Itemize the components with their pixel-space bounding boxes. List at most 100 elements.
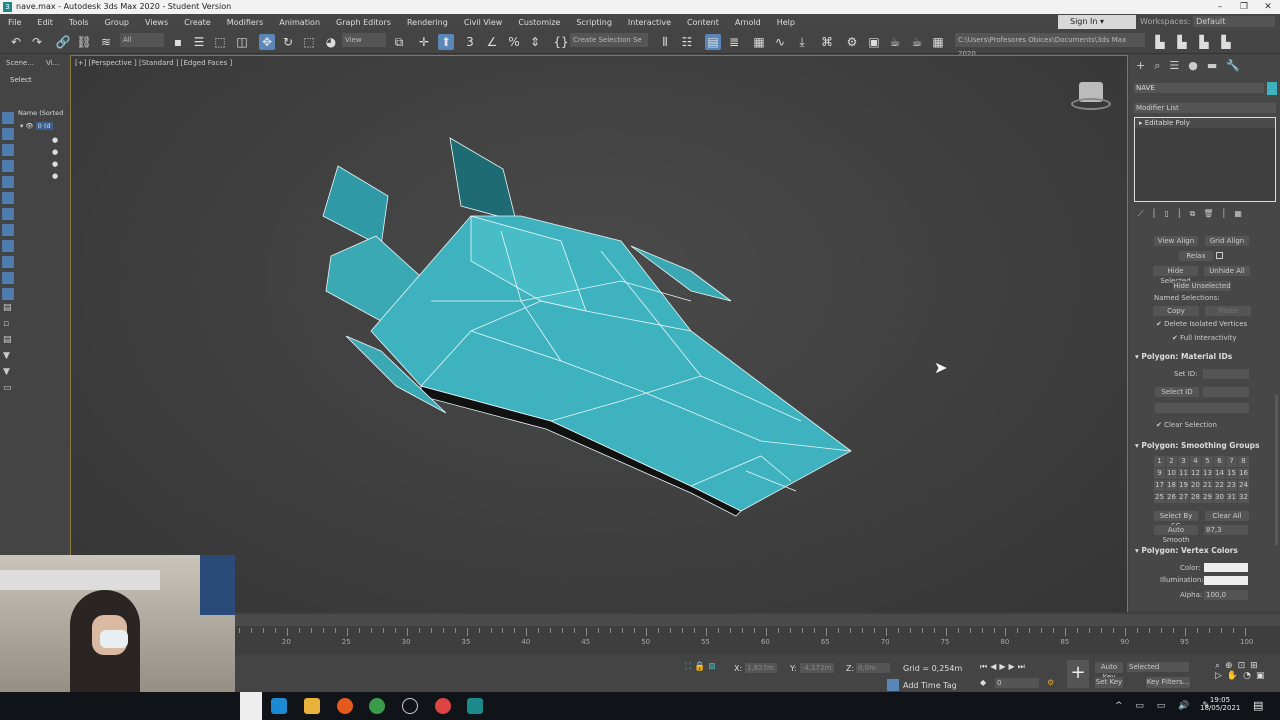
clear-all-button[interactable]: Clear All [1205, 511, 1249, 521]
unhide-all-button[interactable]: Unhide All [1204, 266, 1250, 276]
explorer-tools-icons[interactable]: ▤ ▫ ▤ ▼ ▼ ▭ [3, 300, 12, 396]
taskbar-store-icon[interactable] [271, 698, 287, 714]
rotate-icon[interactable]: ↻ [280, 34, 296, 50]
undo-icon[interactable]: ↶ [8, 34, 24, 50]
filter-groups-icon[interactable] [2, 208, 14, 220]
auto-smooth-button[interactable]: Auto Smooth [1154, 525, 1198, 544]
render-icon[interactable]: ☕ [909, 34, 925, 50]
stack-tools-icons[interactable]: ⟋│▯│⧉🗑│▦ [1138, 209, 1250, 219]
scale-icon[interactable]: ⬚ [301, 34, 317, 50]
pivot-icon[interactable]: ⧉ [391, 34, 407, 50]
named-selection-dropdown[interactable]: Create Selection Se [570, 33, 648, 47]
layer-explorer-icon[interactable]: ≣ [726, 34, 742, 50]
select-id-spinner[interactable] [1203, 387, 1249, 397]
vertex-colors-rollout[interactable]: ▾ Polygon: Vertex Colors [1135, 546, 1275, 555]
menu-animation[interactable]: Animation [271, 18, 328, 27]
keyboard-shortcut-icon[interactable]: ⬆ [438, 34, 454, 50]
smoothing-group-button[interactable]: 3 [1178, 456, 1189, 467]
material-name-dropdown[interactable] [1155, 403, 1249, 413]
menu-views[interactable]: Views [137, 18, 176, 27]
workspaces-selector[interactable]: Workspaces: Default [1140, 15, 1278, 29]
time-slider-track[interactable] [235, 614, 1280, 626]
relax-button[interactable]: Relax [1179, 251, 1213, 261]
key-mode-dropdown[interactable]: Selected [1127, 662, 1189, 672]
filter-spacewarps-icon[interactable] [2, 192, 14, 204]
menu-graph-editors[interactable]: Graph Editors [328, 18, 399, 27]
material-editor-icon[interactable]: ⚙ [844, 34, 860, 50]
z-coordinate-field[interactable]: 0,0m [856, 663, 890, 673]
menu-customize[interactable]: Customize [510, 18, 568, 27]
menu-create[interactable]: Create [176, 18, 219, 27]
tab-scene[interactable]: Scene... [2, 57, 38, 69]
auto-key-button[interactable]: Auto Key [1095, 662, 1123, 681]
viewcube-icon[interactable] [1071, 78, 1111, 114]
dope-sheet-icon[interactable]: ⤓ [794, 34, 810, 50]
notifications-icon[interactable]: ▤ [1253, 699, 1263, 712]
smoothing-group-button[interactable]: 23 [1226, 480, 1237, 491]
bind-spacewarp-icon[interactable]: ≋ [98, 34, 114, 50]
viewport-navigation-icons[interactable]: ⌕⊕⊡⊞ ▷✋◔▣ [1215, 661, 1269, 681]
timeline-ruler[interactable]: 20 25 30 35 40 45 50 55 60 65 70 75 80 85 90 95 100 [235, 628, 1253, 652]
scene-explorer-icon[interactable]: ▤ [705, 34, 721, 50]
auto-smooth-threshold[interactable]: 87,3 [1204, 525, 1248, 535]
filter-hidden-icon[interactable] [2, 288, 14, 300]
smoothing-group-button[interactable]: 11 [1178, 468, 1189, 479]
smoothing-group-button[interactable]: 19 [1178, 480, 1189, 491]
project-folder-icon[interactable]: ▙ [1152, 34, 1168, 50]
taskbar-active-window[interactable] [240, 692, 262, 720]
smoothing-group-button[interactable]: 7 [1226, 456, 1237, 467]
mirror-icon[interactable]: ⫴ [657, 34, 673, 50]
perspective-viewport[interactable]: [+] [Perspective ] [Standard ] [Edged Fa… [70, 55, 1128, 613]
snaps-toggle-icon[interactable]: 3 [462, 34, 478, 50]
object-name-field[interactable]: NAVE [1134, 83, 1264, 93]
menu-scripting[interactable]: Scripting [568, 18, 620, 27]
render-setup-icon[interactable]: ▣ [866, 34, 882, 50]
filter-cameras-icon[interactable] [2, 160, 14, 172]
key-filters-button[interactable]: Key Filters... [1146, 677, 1190, 688]
schematic-view-icon[interactable]: ⌘ [819, 34, 835, 50]
smoothing-group-button[interactable]: 22 [1214, 480, 1225, 491]
object-color-swatch[interactable] [1267, 82, 1277, 95]
smoothing-group-button[interactable]: 2 [1166, 456, 1177, 467]
command-panel-scrollbar[interactable] [1275, 395, 1278, 545]
object-visibility-dots[interactable]: ● ● ● ● [52, 134, 58, 182]
restore-button[interactable]: ❐ [1232, 0, 1256, 14]
select-by-sg-button[interactable]: Select By SG [1154, 511, 1198, 530]
add-time-tag-button[interactable]: Add Time Tag [903, 681, 957, 690]
filter-helpers-icon[interactable] [2, 176, 14, 188]
close-button[interactable]: ✕ [1256, 0, 1280, 14]
smoothing-group-button[interactable]: 1 [1154, 456, 1165, 467]
rect-selection-icon[interactable]: ⬚ [212, 34, 228, 50]
smoothing-group-button[interactable]: 12 [1190, 468, 1201, 479]
name-column-header[interactable]: Name (Sorted [18, 109, 68, 117]
hide-selected-button[interactable]: Hide Selected [1153, 266, 1198, 285]
place-icon[interactable]: ◕ [323, 34, 339, 50]
filter-lights-icon[interactable] [2, 144, 14, 156]
smoothing-group-button[interactable]: 10 [1166, 468, 1177, 479]
menu-file[interactable]: File [0, 18, 29, 27]
smoothing-group-button[interactable]: 15 [1226, 468, 1237, 479]
curve-editor-icon[interactable]: ∿ [772, 34, 788, 50]
layer-row[interactable]: ▾ 👁 0 (d [20, 122, 53, 130]
smoothing-group-button[interactable]: 30 [1214, 492, 1225, 503]
project-settings-icon[interactable]: ▙ [1218, 34, 1234, 50]
menu-content[interactable]: Content [679, 18, 727, 27]
smoothing-group-button[interactable]: 26 [1166, 492, 1177, 503]
percent-snap-icon[interactable]: % [506, 34, 522, 50]
smoothing-group-button[interactable]: 31 [1226, 492, 1237, 503]
project-path-dropdown[interactable]: C:\Users\Profesores Obicex\Documents\3ds… [955, 33, 1145, 58]
select-by-name-icon[interactable]: ☰ [191, 34, 207, 50]
redo-icon[interactable]: ↷ [29, 34, 45, 50]
unlink-icon[interactable]: ⛓ [76, 34, 92, 50]
smoothing-group-button[interactable]: 8 [1238, 456, 1249, 467]
edit-named-selection-icon[interactable]: {} [553, 34, 569, 50]
menu-help[interactable]: Help [769, 18, 803, 27]
spaceship-model[interactable] [71, 56, 1129, 614]
hide-unselected-button[interactable]: Hide Unselected [1173, 281, 1231, 291]
smoothing-group-button[interactable]: 32 [1238, 492, 1249, 503]
smoothing-group-button[interactable]: 5 [1202, 456, 1213, 467]
menu-arnold[interactable]: Arnold [727, 18, 769, 27]
ribbon-icon[interactable]: ▦ [751, 34, 767, 50]
smoothing-group-button[interactable]: 6 [1214, 456, 1225, 467]
taskbar-clock-app-icon[interactable] [402, 698, 418, 714]
